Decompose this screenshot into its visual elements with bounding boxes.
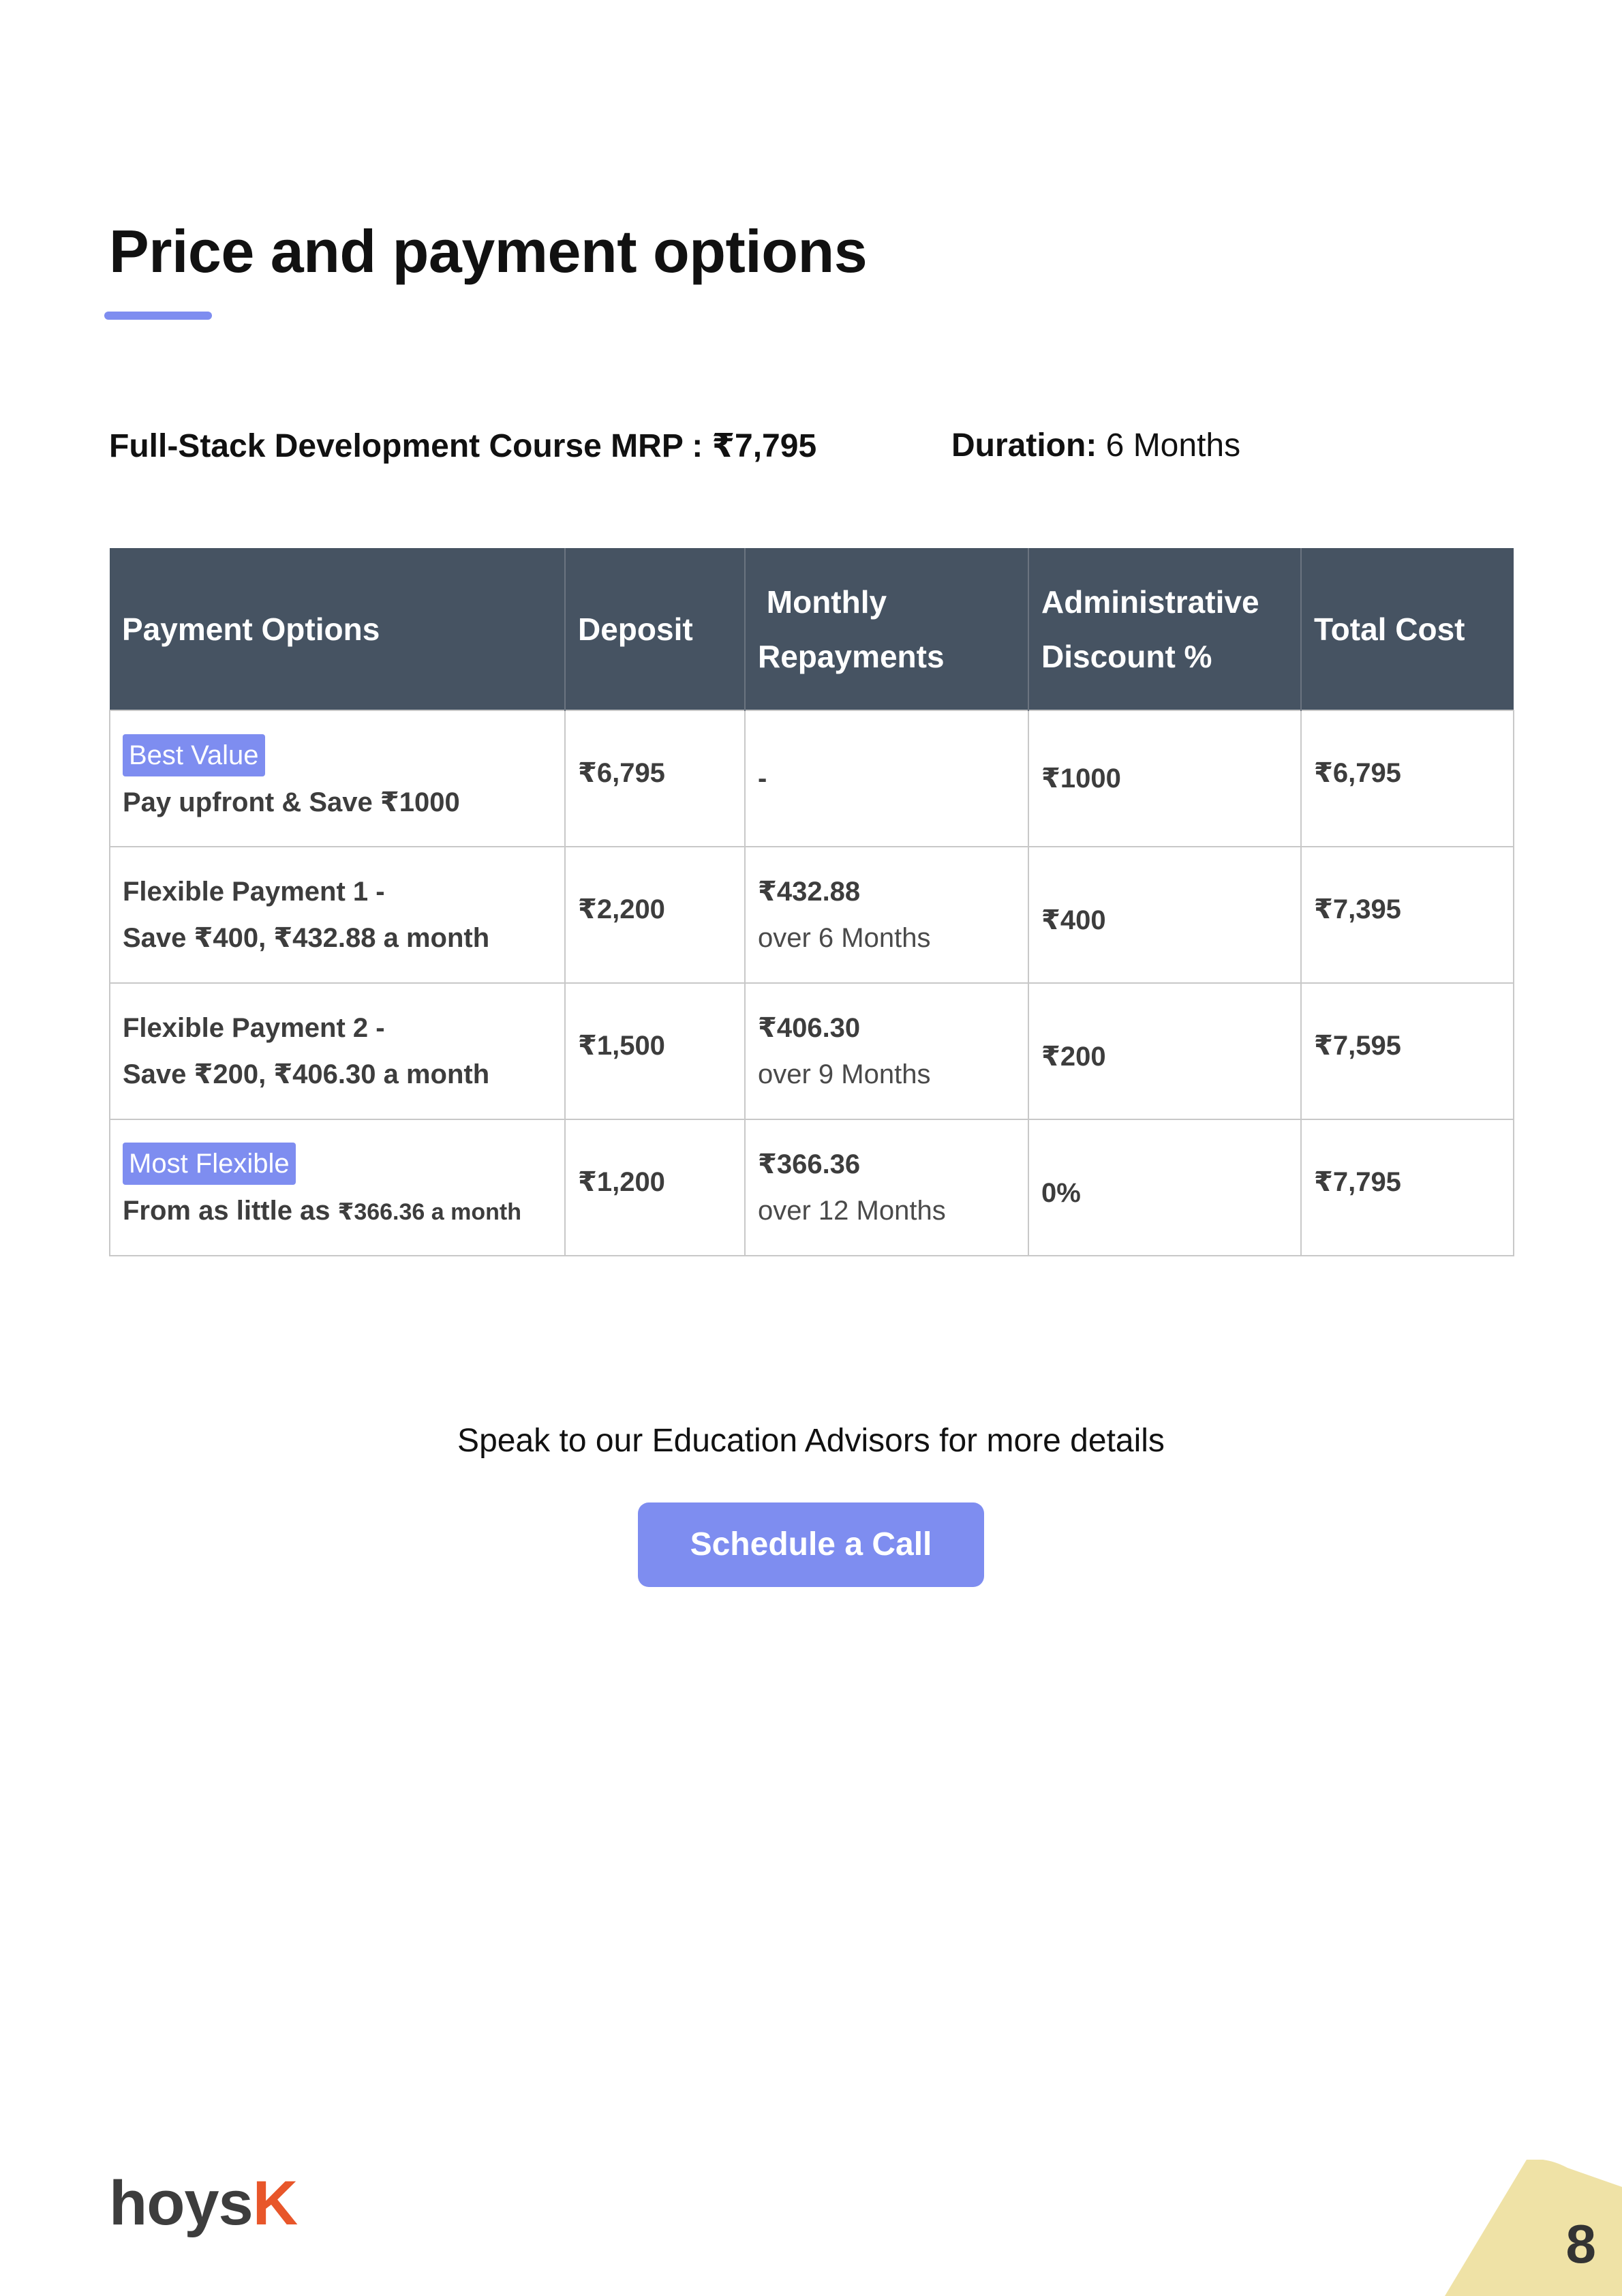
monthly-cell: ₹432.88 over 6 Months (744, 846, 1029, 984)
header-deposit: Deposit (565, 548, 746, 710)
table-row: Flexible Payment 1 - Save ₹400, ₹432.88 … (109, 846, 1514, 984)
logo-accent-letter: K (252, 2169, 298, 2238)
header-monthly-line2: Repayments (758, 638, 945, 674)
page-title: Price and payment options (109, 217, 868, 285)
best-value-badge: Best Value (123, 734, 265, 776)
duration-value: 6 Months (1105, 427, 1241, 464)
monthly-period: over 6 Months (758, 923, 931, 953)
brand-logo[interactable]: hoysK (109, 2168, 298, 2239)
discount-cell: 0% (1028, 1119, 1302, 1256)
duration-label: Duration: (951, 427, 1097, 464)
logo-main-text: hoys (109, 2169, 254, 2238)
monthly-cell: ₹406.30 over 9 Months (744, 982, 1029, 1120)
advisor-prompt: Speak to our Education Advisors for more… (457, 1423, 1165, 1459)
option-description: Save ₹400, ₹432.88 a month (123, 923, 490, 953)
table-header-row: Payment Options Deposit Monthly Repaymen… (110, 548, 1514, 710)
option-cell: Flexible Payment 1 - Save ₹400, ₹432.88 … (109, 846, 566, 984)
header-total-cost: Total Cost (1301, 548, 1514, 710)
header-admin-discount: Administrative Discount % (1028, 548, 1302, 710)
option-cell: Best Value Pay upfront & Save ₹1000 (109, 710, 566, 847)
total-cell: ₹7,395 (1300, 846, 1514, 984)
table-row: Best Value Pay upfront & Save ₹1000 ₹6,7… (109, 710, 1514, 847)
header-admin-line2: Discount % (1041, 638, 1212, 674)
header-payment-options: Payment Options (110, 548, 566, 710)
deposit-cell: ₹1,500 (564, 982, 746, 1120)
total-cell: ₹6,795 (1300, 710, 1514, 847)
monthly-period: over 12 Months (758, 1196, 946, 1226)
title-underline (104, 312, 212, 320)
header-admin-line1: Administrative (1041, 584, 1259, 620)
table-row: Most Flexible From as little as ₹366.36 … (109, 1119, 1514, 1256)
option-title: Flexible Payment 1 - (123, 877, 385, 907)
discount-cell: ₹400 (1028, 846, 1302, 984)
option-title: Flexible Payment 2 - (123, 1013, 385, 1043)
discount-cell: ₹200 (1028, 982, 1302, 1120)
option-description: From as little as ₹366.36 a month (123, 1195, 521, 1226)
deposit-cell: ₹1,200 (564, 1119, 746, 1256)
header-monthly-line1: Monthly (766, 584, 887, 620)
page-number: 8 (1565, 2214, 1597, 2274)
schedule-call-button[interactable]: Schedule a Call (638, 1502, 984, 1587)
total-cell: ₹7,595 (1300, 982, 1514, 1120)
discount-cell: ₹1000 (1028, 710, 1302, 847)
course-mrp: Full-Stack Development Course MRP : ₹7,7… (109, 428, 817, 464)
most-flexible-badge: Most Flexible (123, 1142, 296, 1185)
monthly-amount: ₹406.30 (758, 1013, 861, 1043)
deposit-cell: ₹2,200 (564, 846, 746, 984)
deposit-cell: ₹6,795 (564, 710, 746, 847)
option-cell: Flexible Payment 2 - Save ₹200, ₹406.30 … (109, 982, 566, 1120)
header-monthly-repayments: Monthly Repayments (745, 548, 1029, 710)
option-cell: Most Flexible From as little as ₹366.36 … (109, 1119, 566, 1256)
total-cell: ₹7,795 (1300, 1119, 1514, 1256)
monthly-period: over 9 Months (758, 1059, 931, 1089)
option-description: Save ₹200, ₹406.30 a month (123, 1059, 490, 1089)
course-duration: Duration: 6 Months (951, 427, 1240, 464)
option-description: Pay upfront & Save ₹1000 (123, 787, 460, 817)
monthly-cell: ₹366.36 over 12 Months (744, 1119, 1029, 1256)
pricing-table: Payment Options Deposit Monthly Repaymen… (109, 548, 1514, 1256)
monthly-amount: ₹432.88 (758, 877, 861, 907)
table-row: Flexible Payment 2 - Save ₹200, ₹406.30 … (109, 982, 1514, 1120)
monthly-amount: ₹366.36 (758, 1149, 861, 1179)
monthly-cell: - (744, 710, 1029, 847)
